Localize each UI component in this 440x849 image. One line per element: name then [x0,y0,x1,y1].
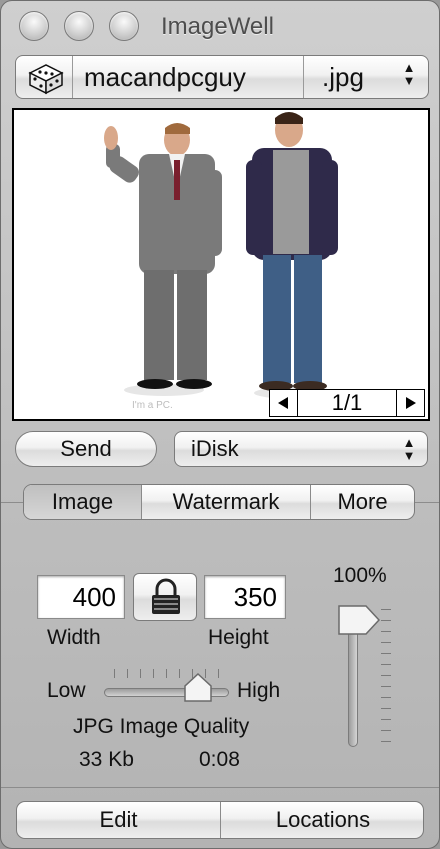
previous-page-button[interactable] [270,390,298,416]
close-window-button[interactable] [19,11,49,41]
title-bar[interactable]: ImageWell [1,1,439,53]
page-navigator: 1/1 [269,389,425,417]
destination-popup[interactable]: iDisk ▲ ▼ [174,431,428,467]
destination-label: iDisk [191,436,239,461]
quality-caption: JPG Image Quality [73,715,250,738]
next-page-button[interactable] [396,390,424,416]
imagewell-window: ImageWell macandpcguy .jpg ▲ ▼ I'm a PC.… [0,0,440,849]
divider [303,56,304,98]
dice-icon[interactable] [26,61,66,100]
up-down-arrows-icon[interactable]: ▲ ▼ [402,61,416,87]
filename-popup[interactable]: macandpcguy .jpg ▲ ▼ [15,55,429,99]
tab-more[interactable]: More [311,485,414,519]
right-arrow-icon [406,397,416,409]
locations-button[interactable]: Locations [221,802,423,838]
file-size-text: 33 Kb [79,748,134,771]
quality-high-label: High [237,679,281,702]
width-field[interactable]: 400 [37,575,125,619]
tab-watermark[interactable]: Watermark [142,485,310,519]
quality-slider-thumb[interactable] [184,673,212,703]
up-down-arrows-icon: ▲ ▼ [402,435,416,463]
minimize-window-button[interactable] [64,11,94,41]
image-preview[interactable]: I'm a PC. [12,108,430,421]
padlock-icon [152,578,180,614]
extension-text[interactable]: .jpg [322,62,364,93]
quality-low-label: Low [47,679,86,702]
zoom-label: 100% [333,564,387,587]
divider [72,56,73,98]
tab-bar: Image Watermark More [23,484,415,520]
bottom-button-bar: Edit Locations [16,801,424,839]
zoom-slider-thumb[interactable] [338,605,380,635]
width-label: Width [47,626,101,649]
height-label: Height [208,626,269,649]
height-field[interactable]: 350 [204,575,286,619]
send-button[interactable]: Send [15,431,157,467]
zoom-window-button[interactable] [109,11,139,41]
tab-image[interactable]: Image [24,485,141,519]
preview-caption: I'm a PC. [132,400,173,411]
left-arrow-icon [278,397,288,409]
edit-button[interactable]: Edit [17,802,220,838]
preview-photo [104,112,338,399]
upload-time-text: 0:08 [199,748,240,771]
page-indicator: 1/1 [331,390,363,415]
filename-text[interactable]: macandpcguy [84,62,246,93]
divider [1,787,439,788]
window-title: ImageWell [161,13,274,40]
lock-aspect-button[interactable] [133,573,197,621]
